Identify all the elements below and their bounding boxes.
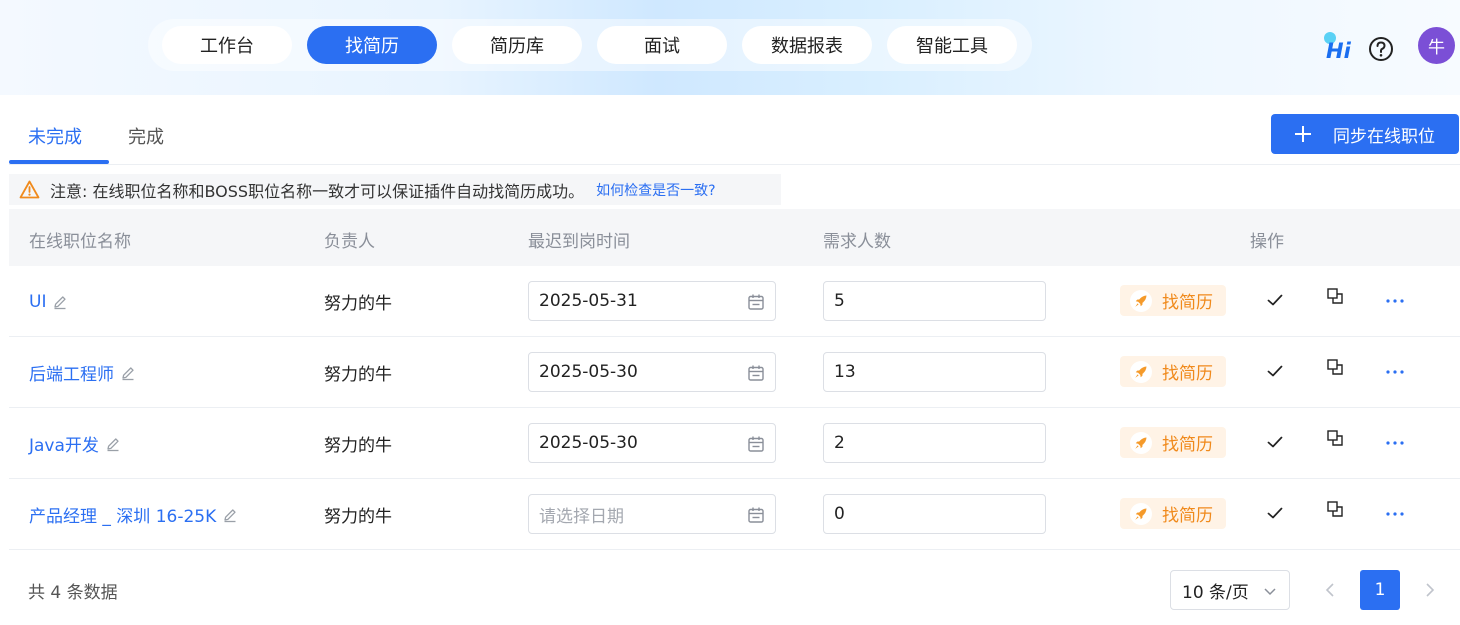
check-icon[interactable] [1266, 504, 1284, 522]
headcount-input[interactable]: 13 [823, 352, 1046, 392]
job-name-link[interactable]: Java开发 [29, 408, 121, 479]
total-count: 共 4 条数据 [28, 583, 118, 603]
edit-pencil-icon[interactable] [105, 436, 121, 452]
rocket-icon [1130, 431, 1152, 454]
prev-page-icon[interactable] [1322, 580, 1338, 600]
arrival-date-picker[interactable]: 2025-05-31 [528, 281, 776, 321]
rocket-icon [1130, 289, 1152, 312]
edit-pencil-icon[interactable] [120, 365, 136, 381]
nav-tab-smart-tools[interactable]: 智能工具 [887, 26, 1017, 64]
find-resume-label: 找简历 [1162, 506, 1213, 526]
headcount-input[interactable]: 2 [823, 423, 1046, 463]
subtab-complete[interactable]: 完成 [128, 123, 164, 149]
nav-tab-interview[interactable]: 面试 [597, 26, 727, 64]
find-resume-button[interactable]: 找简历 [1120, 498, 1226, 529]
next-page-icon[interactable] [1422, 580, 1438, 600]
subtab-divider [9, 164, 1460, 165]
copy-icon[interactable] [1326, 358, 1344, 376]
plus-icon [1295, 126, 1311, 142]
headcount-input[interactable]: 5 [823, 281, 1046, 321]
copy-icon[interactable] [1326, 429, 1344, 447]
headcount-input[interactable]: 0 [823, 494, 1046, 534]
top-header: 工作台 找简历 简历库 面试 数据报表 智能工具 Hi 牛 [0, 0, 1460, 95]
job-name-text: 产品经理 _ 深圳 16-25K [29, 507, 217, 527]
more-options-icon[interactable] [1385, 292, 1405, 310]
more-options-icon[interactable] [1385, 505, 1405, 523]
notice-text: 注意: 在线职位名称和BOSS职位名称一致才可以保证插件自动找简历成功。 [50, 181, 585, 201]
arrival-date-value: 2025-05-31 [539, 291, 638, 311]
copy-icon[interactable] [1326, 287, 1344, 305]
page-number-current[interactable]: 1 [1360, 570, 1400, 610]
chevron-down-icon [1264, 588, 1276, 596]
nav-tab-resume-library[interactable]: 简历库 [452, 26, 582, 64]
hi-assistant-icon[interactable]: Hi [1321, 31, 1355, 61]
job-name-text: 后端工程师 [29, 365, 114, 385]
find-resume-label: 找简历 [1162, 364, 1213, 384]
rocket-icon [1130, 502, 1152, 525]
page-size-select[interactable]: 10 条/页 [1170, 570, 1290, 610]
more-options-icon[interactable] [1385, 434, 1405, 452]
job-name-text: UI [29, 291, 47, 312]
table-row: Java开发 努力的牛 2025-05-30 2 找简历 [9, 408, 1460, 479]
job-name-text: Java开发 [29, 436, 99, 456]
table-row: 后端工程师 努力的牛 2025-05-30 13 找简历 [9, 337, 1460, 408]
sync-online-jobs-button[interactable]: 同步在线职位 [1271, 114, 1459, 154]
avatar[interactable]: 牛 [1418, 27, 1455, 64]
edit-pencil-icon[interactable] [222, 507, 238, 523]
nav-tab-workbench[interactable]: 工作台 [162, 26, 292, 64]
check-icon[interactable] [1266, 291, 1284, 309]
copy-icon[interactable] [1326, 500, 1344, 518]
notice-help-link[interactable]: 如何检查是否一致? [596, 180, 715, 200]
find-resume-button[interactable]: 找简历 [1120, 285, 1226, 316]
owner-name: 努力的牛 [324, 365, 392, 385]
help-icon[interactable] [1368, 36, 1394, 62]
arrival-date-value: 2025-05-30 [539, 362, 638, 382]
header-owner: 负责人 [324, 232, 375, 252]
nav-tab-data-report[interactable]: 数据报表 [742, 26, 872, 64]
more-options-icon[interactable] [1385, 363, 1405, 381]
check-icon[interactable] [1266, 362, 1284, 380]
notice-bar: 注意: 在线职位名称和BOSS职位名称一致才可以保证插件自动找简历成功。 如何检… [9, 174, 781, 205]
find-resume-button[interactable]: 找简历 [1120, 427, 1226, 458]
header-headcount: 需求人数 [823, 232, 891, 252]
job-name-link[interactable]: 后端工程师 [29, 337, 136, 408]
calendar-icon [748, 436, 764, 452]
arrival-date-picker[interactable]: 请选择日期 [528, 494, 776, 534]
header-job-name: 在线职位名称 [29, 232, 131, 252]
calendar-icon [748, 294, 764, 310]
arrival-date-value: 请选择日期 [539, 506, 624, 527]
nav-tab-find-resume[interactable]: 找简历 [307, 26, 437, 64]
header-arrival-date: 最迟到岗时间 [528, 232, 630, 252]
check-icon[interactable] [1266, 433, 1284, 451]
job-name-link[interactable]: UI [29, 266, 68, 337]
subtab-incomplete[interactable]: 未完成 [28, 123, 82, 149]
find-resume-label: 找简历 [1162, 435, 1213, 455]
page-size-value: 10 条/页 [1182, 582, 1249, 603]
sync-button-label: 同步在线职位 [1333, 126, 1435, 147]
rocket-icon [1130, 360, 1152, 383]
warning-icon [19, 180, 40, 199]
owner-name: 努力的牛 [324, 507, 392, 527]
calendar-icon [748, 507, 764, 523]
table-row: UI 努力的牛 2025-05-31 5 找简历 [9, 266, 1460, 337]
header-actions: 操作 [1250, 232, 1284, 252]
find-resume-button[interactable]: 找简历 [1120, 356, 1226, 387]
owner-name: 努力的牛 [324, 436, 392, 456]
arrival-date-picker[interactable]: 2025-05-30 [528, 352, 776, 392]
job-name-link[interactable]: 产品经理 _ 深圳 16-25K [29, 479, 238, 550]
hi-logo-text: Hi [1326, 39, 1352, 61]
edit-pencil-icon[interactable] [52, 294, 68, 310]
arrival-date-picker[interactable]: 2025-05-30 [528, 423, 776, 463]
find-resume-label: 找简历 [1162, 293, 1213, 313]
table-row: 产品经理 _ 深圳 16-25K 努力的牛 请选择日期 0 找简历 [9, 479, 1460, 550]
owner-name: 努力的牛 [324, 294, 392, 314]
table-header: 在线职位名称 负责人 最迟到岗时间 需求人数 操作 [9, 209, 1460, 266]
arrival-date-value: 2025-05-30 [539, 433, 638, 453]
calendar-icon [748, 365, 764, 381]
